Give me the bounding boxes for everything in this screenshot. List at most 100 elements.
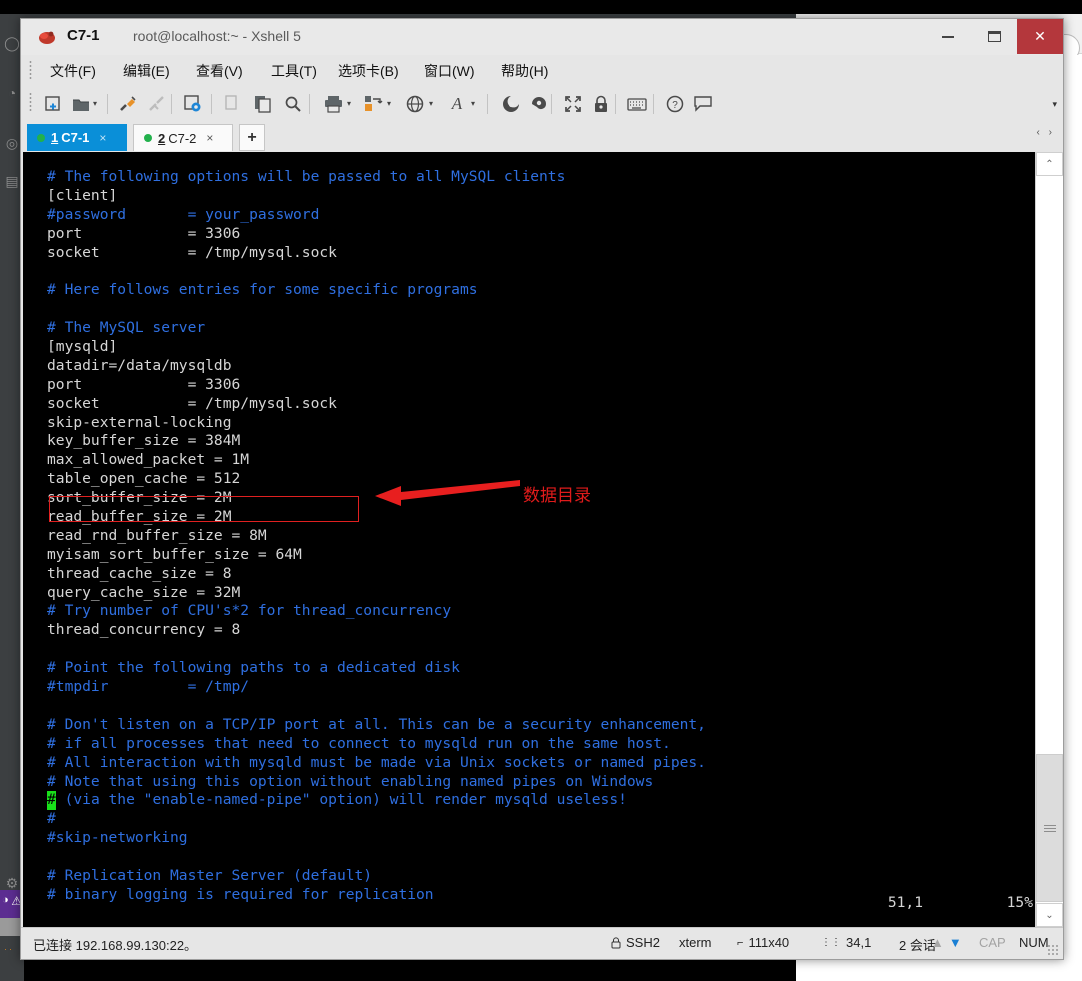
toolbar-sep-7 <box>615 94 616 114</box>
browser-icon[interactable] <box>403 92 427 116</box>
terminal-line-22: query_cache_size = 32M <box>47 583 241 601</box>
window-title: root@localhost:~ - Xshell 5 <box>133 28 301 44</box>
toolbar-overflow-button[interactable]: ▾ <box>1052 99 1057 110</box>
transfer-caret-icon[interactable]: ▾ <box>385 100 393 108</box>
background-browser-chrome <box>796 0 1082 14</box>
terminal-output[interactable]: # The following options will be passed t… <box>23 152 1035 927</box>
terminal-line-9: [mysqld] <box>47 338 118 356</box>
tab-c7-1[interactable]: 1 C7-1 × <box>27 124 127 151</box>
status-terminal-type: xterm <box>679 935 712 950</box>
terminal-line-19: read_rnd_buffer_size = 8M <box>47 526 267 544</box>
menu-window[interactable]: 窗口(W) <box>417 59 482 81</box>
tab-bar: 1 C7-1 × 2 C7-2 × + ‹ › <box>21 121 1063 151</box>
terminal-scrollbar[interactable]: ⌃ ⌄ <box>1035 152 1063 927</box>
terminal-line-35: #skip-networking <box>47 829 188 847</box>
terminal-line-37: # Replication Master Server (default) <box>47 866 373 884</box>
ftp-icon[interactable] <box>499 92 523 116</box>
open-session-icon[interactable] <box>69 92 93 116</box>
font-caret-icon[interactable]: ▾ <box>469 100 477 108</box>
status-size: ⌐ 111x40 <box>737 935 789 950</box>
menu-grip[interactable] <box>29 60 32 80</box>
rail-icon-2: ◔ <box>7 85 17 101</box>
terminal-line-6: # Here follows entries for some specific… <box>47 281 478 299</box>
menu-view[interactable]: 查看(V) <box>189 59 250 81</box>
print-caret-icon[interactable]: ▾ <box>345 100 353 108</box>
vim-cursor-position: 51,1 <box>887 894 923 911</box>
resize-grip[interactable] <box>1047 944 1059 956</box>
menu-tools[interactable]: 工具(T) <box>264 59 324 81</box>
tab-close-1[interactable]: × <box>99 131 106 145</box>
terminal-line-28 <box>47 697 1035 716</box>
terminal-line-14: key_buffer_size = 384M <box>47 432 241 450</box>
terminal-line-8: # The MySQL server <box>47 319 206 337</box>
status-cap: CAP <box>979 935 1006 950</box>
xshell-window[interactable]: C7-1 root@localhost:~ - Xshell 5 ✕ 文件(F)… <box>20 18 1064 960</box>
paste-icon[interactable] <box>251 92 275 116</box>
terminal-line-0: # The following options will be passed t… <box>47 168 566 185</box>
feedback-icon[interactable] <box>691 92 715 116</box>
font-icon[interactable]: A <box>445 92 469 116</box>
terminal-line-5 <box>47 262 1035 281</box>
print-icon[interactable] <box>321 92 345 116</box>
close-button[interactable]: ✕ <box>1017 19 1063 54</box>
new-session-icon[interactable] <box>41 92 65 116</box>
status-cursor: ⋮⋮ 34,1 <box>821 935 871 950</box>
scroll-down-button[interactable]: ⌄ <box>1036 903 1063 927</box>
toolbar-sep-3 <box>211 94 212 114</box>
lock-icon[interactable] <box>589 92 613 116</box>
disconnect-icon[interactable] <box>145 92 169 116</box>
find-icon[interactable] <box>281 92 305 116</box>
menu-edit[interactable]: 编辑(E) <box>116 59 177 81</box>
tab-status-dot-icon-2 <box>144 134 152 142</box>
menu-file[interactable]: 文件(F) <box>43 59 103 81</box>
tab-c7-2[interactable]: 2 C7-2 × <box>133 124 233 151</box>
scrollbar-thumb[interactable] <box>1036 754 1063 902</box>
maximize-button[interactable] <box>971 19 1017 54</box>
status-cursor-label: 34,1 <box>846 935 872 950</box>
copy-icon[interactable] <box>221 92 245 116</box>
terminal-line-23: # Try number of CPU's*2 for thread_concu… <box>47 602 452 620</box>
toolbar-sep-8 <box>653 94 654 114</box>
tab-label-2: C7-2 <box>168 130 197 146</box>
toolbar-grip[interactable] <box>29 92 32 112</box>
help-icon[interactable]: ? <box>663 92 687 116</box>
terminal-line-24: thread_concurrency = 8 <box>47 621 241 639</box>
tab-status-dot-icon <box>37 133 45 142</box>
terminal-line-25 <box>47 640 1035 659</box>
status-transfer: ▲ ▼ <box>931 935 962 950</box>
session-properties-icon[interactable] <box>181 92 205 116</box>
connect-icon[interactable] <box>116 92 140 116</box>
terminal-line-3: port = 3306 <box>47 224 241 242</box>
terminal-line-13: skip-external-locking <box>47 413 232 431</box>
menu-bar: 文件(F) 编辑(E) 查看(V) 工具(T) 选项卡(B) 窗口(W) 帮助(… <box>21 55 1063 85</box>
title-bar[interactable]: C7-1 root@localhost:~ - Xshell 5 ✕ <box>21 19 1063 55</box>
background-dots: ·· <box>4 944 14 954</box>
status-protocol-label: SSH2 <box>626 935 660 950</box>
annotation-label: 数据目录 <box>523 486 591 506</box>
new-tab-button[interactable]: + <box>239 124 265 151</box>
status-connection: 已连接 192.168.99.130:22。 <box>33 938 198 953</box>
rail-icon-1: ◯ <box>4 35 20 51</box>
minimize-button[interactable] <box>925 19 971 54</box>
terminal-line-10: datadir=/data/mysqldb <box>47 356 232 374</box>
open-session-caret-icon[interactable]: ▾ <box>91 100 99 108</box>
tab-close-2[interactable]: × <box>206 131 213 145</box>
sftp-icon[interactable] <box>527 92 551 116</box>
terminal-line-18: read_buffer_size = 2M <box>47 508 232 526</box>
fullscreen-icon[interactable] <box>561 92 585 116</box>
terminal-area[interactable]: # The following options will be passed t… <box>23 152 1063 927</box>
menu-tabs[interactable]: 选项卡(B) <box>331 59 406 81</box>
xshell-icon <box>39 31 55 44</box>
scroll-up-button[interactable]: ⌃ <box>1036 152 1063 176</box>
vim-scroll-percent: 15% <box>1006 894 1033 911</box>
annotation-arrow-icon <box>375 480 520 506</box>
keyboard-icon[interactable] <box>625 92 649 116</box>
menu-help[interactable]: 帮助(H) <box>494 59 555 81</box>
tab-nav-arrows[interactable]: ‹ › <box>1037 127 1055 138</box>
tab-number-1: 1 <box>51 130 59 145</box>
terminal-cursor: # <box>47 791 56 811</box>
status-size-label: 111x40 <box>748 935 790 950</box>
background-badge-icon: ◑ <box>2 894 9 906</box>
browser-caret-icon[interactable]: ▾ <box>427 100 435 108</box>
transfer-icon[interactable] <box>361 92 385 116</box>
